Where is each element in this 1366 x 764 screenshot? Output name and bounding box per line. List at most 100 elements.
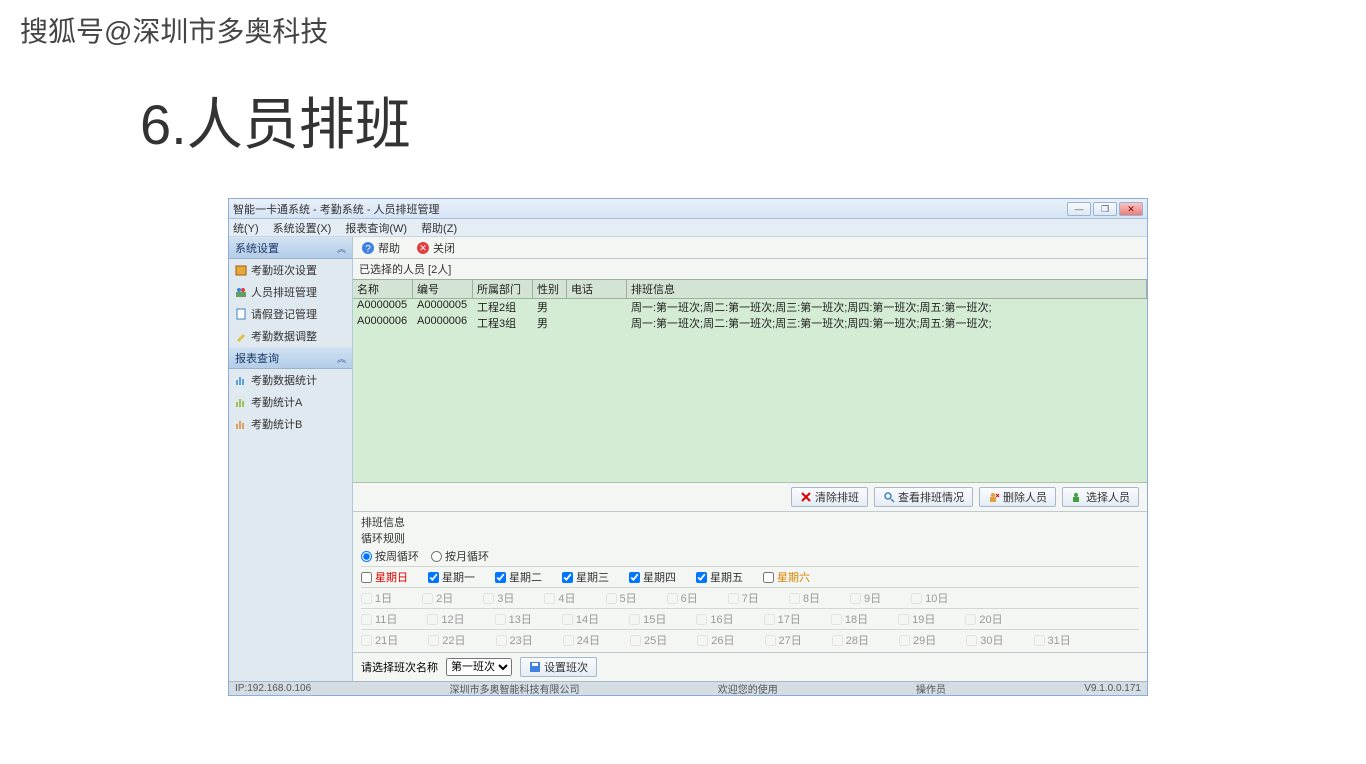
sidebar-item-label: 考勤统计B	[251, 416, 302, 432]
day-checkbox: 30日	[966, 632, 1003, 648]
col-tel[interactable]: 电话	[567, 280, 627, 298]
menu-report[interactable]: 报表查询(W)	[345, 220, 407, 236]
toolbar-help[interactable]: ? 帮助	[361, 240, 400, 256]
cell-sched: 周一:第一班次;周二:第一班次;周三:第一班次;周四:第一班次;周五:第一班次;	[627, 299, 1147, 315]
shift-select-label: 请选择班次名称	[361, 659, 438, 675]
checkbox-input	[563, 635, 574, 646]
clear-schedule-button[interactable]: 清除排班	[791, 487, 868, 507]
view-schedule-button[interactable]: 查看排班情况	[874, 487, 973, 507]
titlebar: 智能一卡通系统 - 考勤系统 - 人员排班管理 — ❐ ✕	[229, 199, 1147, 219]
cell-tel	[567, 299, 627, 315]
sidebar-item-stats-b[interactable]: 考勤统计B	[229, 413, 352, 435]
col-id[interactable]: 编号	[413, 280, 473, 298]
set-shift-button[interactable]: 设置班次	[520, 657, 597, 677]
sidebar-item-adjust[interactable]: 考勤数据调整	[229, 325, 352, 347]
slide-title: 6.人员排班	[140, 80, 411, 161]
delete-person-button[interactable]: 删除人员	[979, 487, 1056, 507]
checkbox-input	[422, 593, 433, 604]
weekday-checkbox[interactable]: 星期二	[495, 569, 542, 585]
sidebar-item-stats-a[interactable]: 考勤统计A	[229, 391, 352, 413]
checkbox-input	[495, 614, 506, 625]
status-operator: 操作员	[916, 681, 946, 696]
checkbox-input	[606, 593, 617, 604]
sidebar-item-stats[interactable]: 考勤数据统计	[229, 369, 352, 391]
weekday-checkbox[interactable]: 星期一	[428, 569, 475, 585]
col-sched[interactable]: 排班信息	[627, 280, 1147, 298]
checkbox-input	[629, 614, 640, 625]
select-person-button[interactable]: 选择人员	[1062, 487, 1139, 507]
day-label: 28日	[846, 632, 869, 648]
sidebar-item-leave[interactable]: 请假登记管理	[229, 303, 352, 325]
checkbox-input	[630, 635, 641, 646]
watermark-text: 搜狐号@深圳市多奥科技	[20, 10, 328, 50]
checkbox-input[interactable]	[361, 572, 372, 583]
day-checkbox: 9日	[850, 590, 881, 606]
checkbox-input[interactable]	[495, 572, 506, 583]
checkbox-input[interactable]	[428, 572, 439, 583]
checkbox-input	[697, 635, 708, 646]
sidebar-item-label: 考勤班次设置	[251, 262, 317, 278]
day-label: 21日	[375, 632, 398, 648]
menu-settings[interactable]: 系统设置(X)	[273, 220, 332, 236]
checkbox-input	[911, 593, 922, 604]
checkbox-input[interactable]	[763, 572, 774, 583]
day-checkbox: 3日	[483, 590, 514, 606]
btn-label: 查看排班情况	[898, 489, 964, 505]
checkbox-input[interactable]	[696, 572, 707, 583]
menu-help[interactable]: 帮助(Z)	[421, 220, 457, 236]
weekday-checkbox[interactable]: 星期五	[696, 569, 743, 585]
bottom-bar: 请选择班次名称 第一班次 设置班次	[353, 652, 1147, 681]
col-sex[interactable]: 性别	[533, 280, 567, 298]
radio-input[interactable]	[431, 551, 442, 562]
panel-title: 报表查询	[235, 350, 279, 366]
day-label: 26日	[711, 632, 734, 648]
weekday-checkbox[interactable]: 星期六	[763, 569, 810, 585]
btn-label: 选择人员	[1086, 489, 1130, 505]
col-name[interactable]: 名称	[353, 280, 413, 298]
cell-sched: 周一:第一班次;周二:第一班次;周三:第一班次;周四:第一班次;周五:第一班次;	[627, 315, 1147, 331]
menu-system[interactable]: 统(Y)	[233, 220, 259, 236]
col-dept[interactable]: 所属部门	[473, 280, 533, 298]
checkbox-input[interactable]	[629, 572, 640, 583]
panel-title: 系统设置	[235, 240, 279, 256]
checkbox-input	[728, 593, 739, 604]
table-row[interactable]: A0000005 A0000005 工程2组 男 周一:第一班次;周二:第一班次…	[353, 299, 1147, 315]
info-title: 排班信息	[361, 514, 1139, 530]
maximize-button[interactable]: ❐	[1093, 202, 1117, 216]
sidebar-item-shift-settings[interactable]: 考勤班次设置	[229, 259, 352, 281]
sidebar-panel-report[interactable]: 报表查询 ︽	[229, 347, 352, 369]
weekday-checkbox[interactable]: 星期四	[629, 569, 676, 585]
day-label: 13日	[509, 611, 532, 627]
close-button[interactable]: ✕	[1119, 202, 1143, 216]
wrench-icon	[235, 330, 247, 342]
day-checkbox: 12日	[427, 611, 464, 627]
checkbox-input	[832, 635, 843, 646]
user-remove-icon	[988, 491, 1000, 503]
day-label: 10日	[925, 590, 948, 606]
weekday-checkbox[interactable]: 星期三	[562, 569, 609, 585]
day-label: 12日	[441, 611, 464, 627]
checkbox-input	[966, 635, 977, 646]
weekday-checkbox[interactable]: 星期日	[361, 569, 408, 585]
radio-by-month[interactable]: 按月循环	[431, 548, 489, 564]
radio-by-week[interactable]: 按周循环	[361, 548, 419, 564]
weekday-label: 星期一	[442, 569, 475, 585]
sidebar-panel-system[interactable]: 系统设置 ︽	[229, 237, 352, 259]
grid-body[interactable]: A0000005 A0000005 工程2组 男 周一:第一班次;周二:第一班次…	[353, 299, 1147, 483]
toolbar-close[interactable]: ✕ 关闭	[416, 240, 455, 256]
calendar-icon	[235, 264, 247, 276]
radio-input[interactable]	[361, 551, 372, 562]
day-checkbox: 29日	[899, 632, 936, 648]
day-label: 11日	[375, 611, 397, 627]
table-row[interactable]: A0000006 A0000006 工程3组 男 周一:第一班次;周二:第一班次…	[353, 315, 1147, 331]
chart-icon	[235, 374, 247, 386]
day-label: 24日	[577, 632, 600, 648]
toolbar: ? 帮助 ✕ 关闭	[353, 237, 1147, 259]
day-checkbox: 2日	[422, 590, 453, 606]
sidebar-item-label: 考勤统计A	[251, 394, 302, 410]
checkbox-input[interactable]	[562, 572, 573, 583]
sidebar-item-scheduling[interactable]: 人员排班管理	[229, 281, 352, 303]
shift-select[interactable]: 第一班次	[446, 658, 512, 676]
minimize-button[interactable]: —	[1067, 202, 1091, 216]
day-checkbox: 23日	[496, 632, 533, 648]
